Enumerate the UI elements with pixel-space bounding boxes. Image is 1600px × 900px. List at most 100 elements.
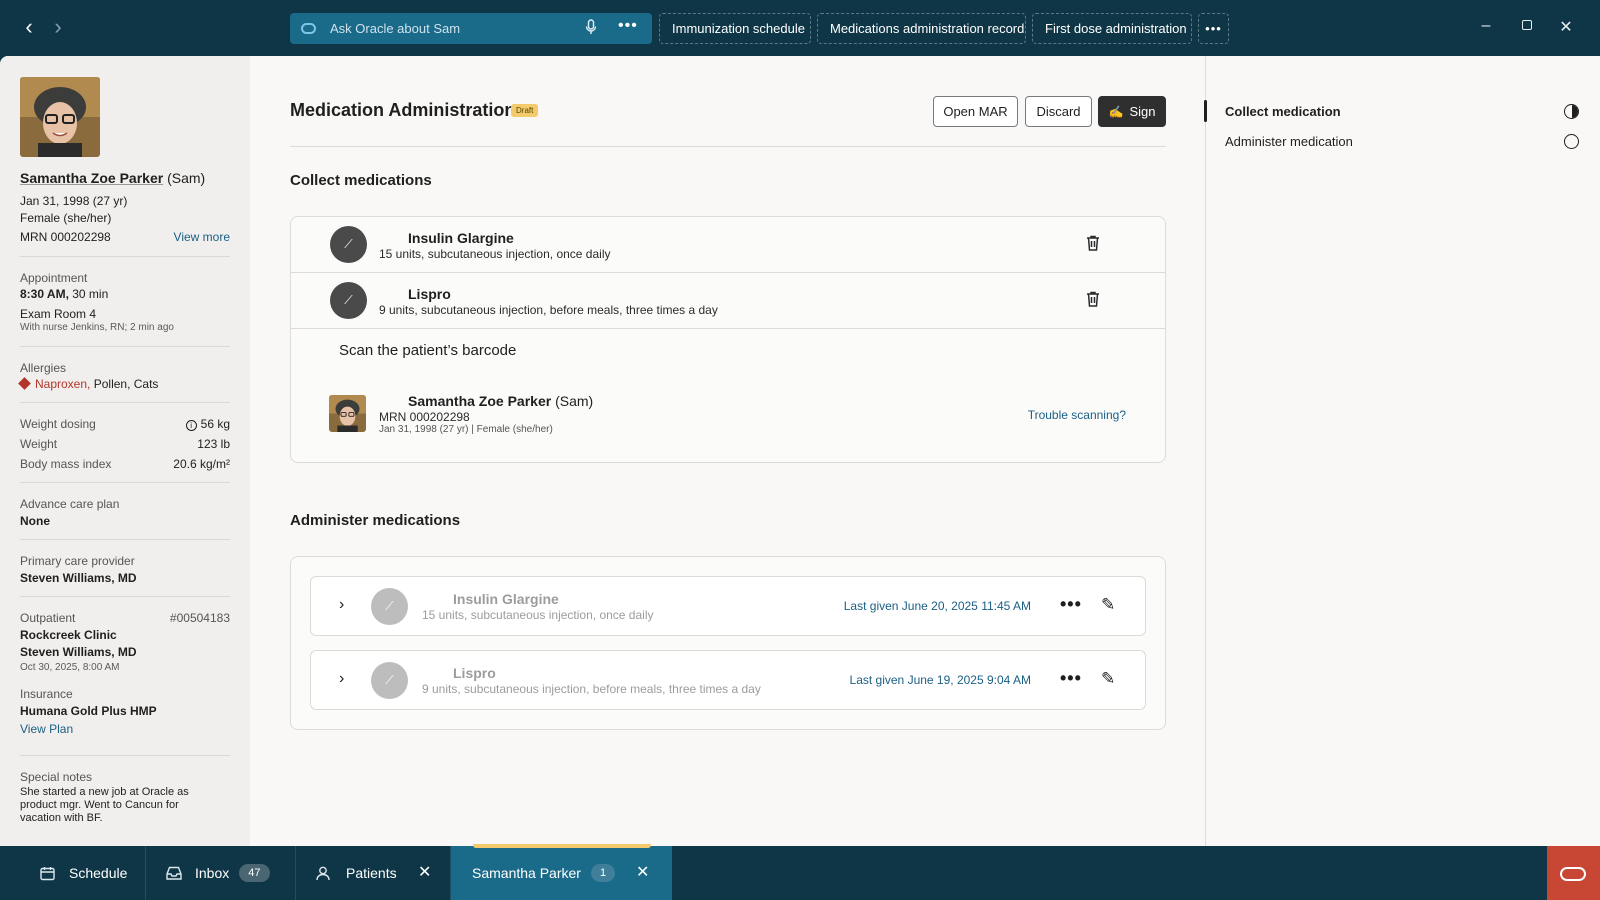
scan-patient-name-row: Samantha Zoe Parker (Sam) [408, 393, 593, 409]
info-icon[interactable]: i [185, 420, 197, 431]
patient-nickname: (Sam) [167, 170, 206, 186]
close-tab-icon[interactable]: ✕ [636, 846, 649, 900]
step-collect-medication[interactable]: Collect medication [1225, 104, 1341, 119]
administer-med-row[interactable]: › ⟋ Insulin Glargine 15 units, subcutane… [310, 576, 1146, 636]
patient-avatar-small [329, 395, 366, 432]
notes-value: She started a new job at Oracle as produ… [20, 786, 189, 824]
weight-value: 123 lb [197, 437, 230, 451]
scan-barcode-title: Scan the patient’s barcode [339, 342, 517, 359]
oracle-assistant-icon [301, 23, 316, 34]
appointment-time-row: 8:30 AM, 30 min [20, 287, 230, 301]
open-mar-button[interactable]: Open MAR [933, 96, 1018, 127]
allergies-other: Pollen, Cats [93, 377, 159, 391]
chevron-right-icon[interactable]: › [339, 670, 344, 688]
med-name: Lispro [408, 286, 451, 302]
active-step-indicator [1204, 100, 1207, 122]
exam-room: Exam Room 4 [20, 307, 97, 321]
ask-oracle-placeholder: Ask Oracle about Sam [330, 21, 461, 36]
view-plan-link[interactable]: View Plan [20, 722, 230, 736]
main-area: Samantha Zoe Parker (Sam) Jan 31, 1998 (… [0, 56, 1600, 846]
med-description: 9 units, subcutaneous injection, before … [379, 303, 718, 317]
half-circle-icon [1564, 104, 1579, 119]
syringe-icon: ⟋ [330, 282, 367, 319]
trouble-scanning-link[interactable]: Trouble scanning? [976, 408, 1126, 422]
trash-icon[interactable] [1086, 291, 1100, 311]
syringe-icon: ⟋ [371, 588, 408, 625]
sign-button[interactable]: ✍ Sign [1098, 96, 1166, 127]
forward-arrow-icon[interactable]: › [46, 16, 70, 40]
administer-med-row[interactable]: › ⟋ Lispro 9 units, subcutaneous injecti… [310, 650, 1146, 710]
ask-more-icon[interactable]: ••• [618, 17, 638, 35]
calendar-icon [40, 846, 55, 900]
tab-schedule[interactable]: Schedule [0, 846, 146, 900]
chip-immunization-schedule[interactable]: Immunization schedule [659, 13, 811, 44]
pencil-icon[interactable]: ✎ [1101, 595, 1115, 615]
trash-icon[interactable] [1086, 235, 1100, 255]
microphone-icon[interactable] [585, 19, 597, 38]
step-administer-medication[interactable]: Administer medication [1225, 134, 1353, 149]
view-more-link[interactable]: View more [174, 230, 230, 244]
collect-card: ⟋ Insulin Glargine 15 units, subcutaneou… [290, 216, 1166, 463]
weight-label: Weight [20, 437, 58, 451]
ask-oracle-input[interactable]: Ask Oracle about Sam ••• [290, 13, 652, 44]
scan-patient-nickname: (Sam) [555, 393, 594, 409]
syringe-icon: ⟋ [330, 226, 367, 263]
back-arrow-icon[interactable]: ‹ [17, 16, 41, 40]
person-icon [316, 846, 330, 900]
chevron-right-icon[interactable]: › [339, 596, 344, 614]
chips-more-button[interactable]: ••• [1198, 13, 1229, 44]
chip-medications-administration-record[interactable]: Medications administration record [817, 13, 1026, 44]
close-window-icon[interactable]: ✕ [1556, 17, 1576, 37]
bottom-taskbar: Schedule Inbox 47 Patients ✕ Samantha Par… [0, 844, 1600, 900]
pcp-value: Steven Williams, MD [20, 571, 137, 585]
scan-patient-info: Jan 31, 1998 (27 yr) | Female (she/her) [379, 424, 553, 435]
divider [20, 482, 230, 483]
empty-circle-icon [1564, 134, 1579, 149]
divider [20, 256, 230, 257]
minimize-icon[interactable]: – [1476, 17, 1496, 35]
med-name: Insulin Glargine [453, 591, 559, 607]
close-tab-icon[interactable]: ✕ [418, 846, 431, 900]
collect-med-row: ⟋ Insulin Glargine 15 units, subcutaneou… [291, 217, 1165, 273]
tab-active-patient-label: Samantha Parker [472, 865, 581, 881]
administer-heading: Administer medications [290, 512, 461, 529]
more-options-icon[interactable]: ••• [1060, 594, 1082, 615]
oracle-logo-icon [1560, 867, 1586, 881]
insurance-value: Humana Gold Plus HMP [20, 704, 157, 718]
restore-icon[interactable] [1517, 17, 1537, 35]
med-name: Insulin Glargine [408, 230, 514, 246]
patient-dob: Jan 31, 1998 (27 yr) [20, 194, 128, 208]
bmi-value: 20.6 kg/m² [173, 457, 230, 471]
med-name: Lispro [453, 665, 496, 681]
sign-button-label: Sign [1129, 104, 1156, 119]
last-given: Last given June 19, 2025 9:04 AM [849, 673, 1031, 687]
tab-active-patient[interactable]: Samantha Parker 1 ✕ [451, 844, 672, 900]
tab-patients[interactable]: Patients ✕ [296, 846, 451, 900]
oracle-assistant-button[interactable] [1547, 846, 1600, 900]
appointment-label: Appointment [20, 271, 88, 285]
active-patient-badge: 1 [590, 864, 616, 883]
notes-label: Special notes [20, 770, 93, 784]
inbox-count-badge: 47 [239, 864, 270, 883]
allergy-severe: Naproxen, [35, 377, 91, 391]
med-description: 15 units, subcutaneous injection, once d… [422, 608, 654, 622]
signature-icon: ✍ [1108, 105, 1124, 119]
patient-full-name[interactable]: Samantha Zoe Parker [20, 170, 163, 186]
pencil-icon[interactable]: ✎ [1101, 669, 1115, 689]
inbox-icon [166, 846, 182, 900]
discard-button[interactable]: Discard [1025, 96, 1092, 127]
chip-first-dose-administration[interactable]: First dose administration [1032, 13, 1192, 44]
medication-administration-form: Medication Administration Draft Open MAR… [250, 56, 1205, 846]
acp-value: None [20, 514, 50, 528]
page-title: Medication Administration [290, 100, 516, 120]
patient-name[interactable]: Samantha Zoe Parker (Sam) [20, 170, 205, 186]
severe-allergy-icon [18, 377, 31, 390]
med-description: 9 units, subcutaneous injection, before … [422, 682, 761, 696]
more-options-icon[interactable]: ••• [1060, 668, 1082, 689]
tab-inbox[interactable]: Inbox 47 [146, 846, 296, 900]
outpatient-id: #00504183 [169, 611, 230, 625]
last-given: Last given June 20, 2025 11:45 AM [843, 599, 1031, 613]
allergies-label: Allergies [20, 361, 67, 375]
scan-patient-mrn: MRN 000202298 [379, 410, 470, 424]
tab-schedule-label: Schedule [69, 865, 128, 881]
